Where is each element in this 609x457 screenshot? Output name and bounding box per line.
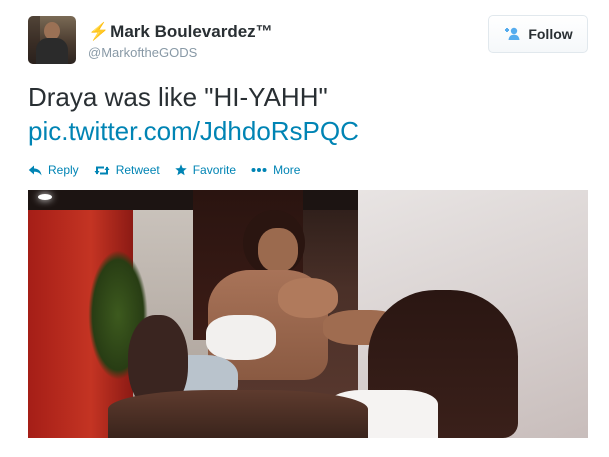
reply-action[interactable]: Reply: [28, 163, 79, 177]
tweet-card: ⚡ Mark Boulevardez™ @MarkoftheGODS Follo…: [0, 0, 609, 457]
star-icon: [175, 164, 187, 176]
more-dots-icon: [251, 167, 267, 173]
user-name-row[interactable]: ⚡ Mark Boulevardez™: [88, 21, 273, 43]
display-name[interactable]: Mark Boulevardez™: [110, 22, 273, 42]
follow-button-label: Follow: [528, 26, 573, 42]
reply-label: Reply: [48, 163, 79, 177]
add-user-icon: [503, 27, 521, 41]
retweet-label: Retweet: [115, 163, 160, 177]
tweet-media-link[interactable]: pic.twitter.com/JdhdoRsPQC: [28, 114, 359, 148]
more-action[interactable]: More: [251, 163, 300, 177]
tweet-text: Draya was like "HI-YAHH": [28, 82, 328, 112]
tweet-photo[interactable]: [28, 190, 588, 438]
avatar[interactable]: [28, 16, 76, 64]
favorite-action[interactable]: Favorite: [175, 163, 236, 177]
favorite-label: Favorite: [192, 163, 237, 177]
reply-icon: [28, 165, 42, 176]
retweet-icon: [94, 165, 110, 176]
follow-button[interactable]: Follow: [488, 15, 588, 53]
lightning-bolt-glyph: ⚡: [88, 22, 110, 41]
more-label: More: [273, 163, 301, 177]
screen-name[interactable]: @MarkoftheGODS: [88, 45, 197, 60]
tweet-actions: Reply Retweet Favorite More: [28, 161, 315, 179]
retweet-action[interactable]: Retweet: [94, 163, 160, 177]
